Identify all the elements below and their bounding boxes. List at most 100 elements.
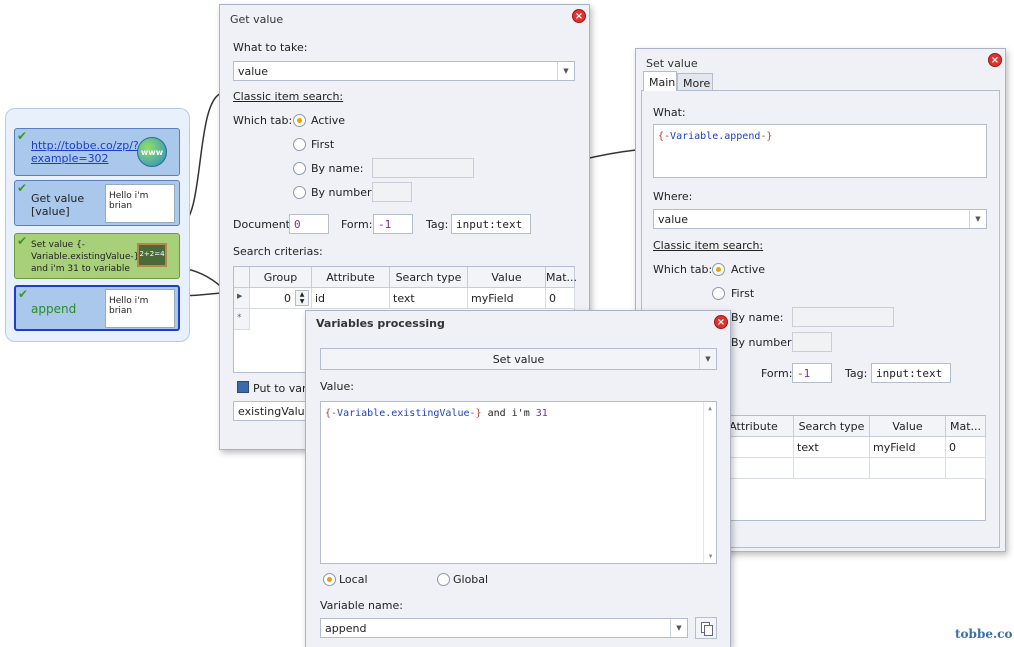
dialog-title: Set value bbox=[646, 57, 698, 70]
column-header[interactable]: Search type bbox=[390, 267, 468, 288]
check-icon: ✔ bbox=[17, 129, 28, 143]
workflow-node-navigate[interactable]: ✔ http://tobbe.co/zp/? example=302 www bbox=[14, 128, 180, 176]
watermark: tobbe.co bbox=[955, 627, 1013, 641]
chevron-down-icon[interactable]: ▼ bbox=[670, 619, 687, 637]
node-link[interactable]: http://tobbe.co/zp/? example=302 bbox=[31, 139, 139, 165]
workflow-node-get-value[interactable]: ✔ Get value [value] Hello i'm brian bbox=[14, 180, 180, 226]
variable-name-select[interactable]: append ▼ bbox=[320, 618, 688, 638]
radio-by-number[interactable] bbox=[293, 186, 306, 199]
radio-label: Active bbox=[311, 114, 346, 127]
tab-name-input[interactable] bbox=[372, 158, 474, 178]
variable-name-input[interactable]: existingValue bbox=[233, 401, 313, 421]
close-icon[interactable]: × bbox=[572, 9, 586, 23]
tag-input[interactable]: input:text bbox=[871, 363, 951, 383]
radio-label: By number: bbox=[731, 336, 795, 349]
copy-icon-back bbox=[704, 625, 713, 636]
node-preview: Hello i'm brian bbox=[105, 289, 175, 328]
column-header[interactable]: Mat... bbox=[946, 416, 986, 437]
column-header[interactable]: Value bbox=[870, 416, 946, 437]
globe-icon: www bbox=[137, 137, 167, 167]
radio-label: First bbox=[731, 287, 755, 300]
close-icon[interactable]: × bbox=[714, 315, 728, 329]
tab-name-input[interactable] bbox=[792, 307, 894, 327]
what-to-take-label: What to take: bbox=[233, 41, 308, 54]
column-header[interactable]: Mat... bbox=[546, 267, 577, 288]
radio-global[interactable] bbox=[437, 573, 450, 586]
grid-corner bbox=[234, 267, 250, 288]
column-header[interactable]: Value bbox=[468, 267, 546, 288]
check-icon: ✔ bbox=[17, 181, 28, 195]
table-cell[interactable] bbox=[946, 458, 986, 479]
radio-label: By number: bbox=[311, 186, 375, 199]
tab-more[interactable]: More bbox=[677, 73, 713, 91]
classic-search-label: Classic item search: bbox=[233, 90, 344, 103]
where-select[interactable]: value ▼ bbox=[653, 209, 987, 229]
what-to-take-select[interactable]: value ▼ bbox=[233, 61, 575, 81]
table-cell[interactable]: text bbox=[390, 288, 468, 309]
node-title: append bbox=[31, 302, 77, 316]
table-cell[interactable]: 0 bbox=[546, 288, 575, 309]
chevron-down-icon[interactable]: ▼ bbox=[699, 349, 716, 369]
chevron-down-icon[interactable]: ▼ bbox=[969, 210, 986, 228]
radio-first[interactable] bbox=[712, 287, 725, 300]
document-input[interactable]: 0 bbox=[289, 214, 329, 234]
tab-main[interactable]: Main bbox=[643, 71, 677, 91]
variables-processing-dialog: Variables processing × Set value ▼ Value… bbox=[305, 310, 731, 647]
radio-active[interactable] bbox=[293, 114, 306, 127]
scrollbar[interactable]: ▲ ▼ bbox=[703, 402, 716, 563]
tag-input[interactable]: input:text bbox=[451, 214, 531, 234]
column-header[interactable]: Attribute bbox=[312, 267, 390, 288]
which-tab-label: Which tab: bbox=[653, 263, 713, 276]
radio-label: Local bbox=[339, 573, 368, 586]
column-header[interactable]: Search type bbox=[794, 416, 870, 437]
new-row-marker: * bbox=[234, 309, 250, 330]
workflow-node-set-variable[interactable]: ✔ Set value {- Variable.existingValue-} … bbox=[14, 233, 180, 279]
check-icon: ✔ bbox=[17, 234, 28, 248]
row-pointer-icon: ▶ bbox=[234, 288, 250, 309]
table-cell[interactable]: 0 ▲ ▼ bbox=[250, 288, 312, 309]
classic-search-label: Classic item search: bbox=[653, 239, 764, 252]
radio-by-name[interactable] bbox=[293, 162, 306, 175]
table-cell[interactable] bbox=[794, 458, 870, 479]
table-cell[interactable]: myField bbox=[468, 288, 546, 309]
close-icon[interactable]: × bbox=[988, 53, 1002, 67]
workflow-node-append[interactable]: ✔ append Hello i'm brian bbox=[14, 285, 180, 331]
table-cell[interactable]: id bbox=[312, 288, 390, 309]
chevron-down-icon[interactable]: ▼ bbox=[557, 62, 574, 80]
node-title: Get value bbox=[31, 192, 85, 205]
variable-name-label: Variable name: bbox=[320, 599, 403, 612]
spin-icon[interactable]: ▲ ▼ bbox=[295, 290, 309, 306]
form-input[interactable]: -1 bbox=[373, 214, 413, 234]
table-cell[interactable] bbox=[870, 458, 946, 479]
table-cell[interactable]: 0 bbox=[946, 437, 986, 458]
value-textarea[interactable]: {-Variable.existingValue-} and i'm 31 ▲ … bbox=[320, 401, 717, 564]
radio-label: By name: bbox=[731, 311, 784, 324]
radio-label: Global bbox=[453, 573, 489, 586]
node-title: Set value {- Variable.existingValue-} an… bbox=[31, 240, 140, 274]
table-cell[interactable]: text bbox=[794, 437, 870, 458]
form-input[interactable]: -1 bbox=[792, 363, 832, 383]
chalkboard-icon: 2+2=4 bbox=[137, 243, 167, 267]
document-label: Document: bbox=[233, 218, 294, 231]
tag-label: Tag: bbox=[845, 367, 868, 380]
what-label: What: bbox=[653, 106, 686, 119]
dialog-title: Variables processing bbox=[316, 317, 445, 330]
table-cell[interactable]: myField bbox=[870, 437, 946, 458]
dialog-title: Get value bbox=[230, 13, 284, 26]
what-textarea[interactable]: {-Variable.append-} bbox=[653, 124, 987, 178]
tab-number-input[interactable] bbox=[792, 332, 832, 352]
column-header[interactable]: Group bbox=[250, 267, 312, 288]
radio-label: First bbox=[311, 138, 335, 151]
tab-number-input[interactable] bbox=[372, 182, 412, 202]
tag-label: Tag: bbox=[426, 218, 449, 231]
which-tab-label: Which tab: bbox=[233, 114, 293, 127]
radio-first[interactable] bbox=[293, 138, 306, 151]
form-label: Form: bbox=[761, 367, 793, 380]
radio-label: Active bbox=[731, 263, 766, 276]
copy-button[interactable] bbox=[695, 617, 717, 639]
radio-local[interactable] bbox=[323, 573, 336, 586]
action-select[interactable]: Set value ▼ bbox=[320, 348, 717, 370]
check-icon: ✔ bbox=[18, 287, 29, 301]
form-label: Form: bbox=[341, 218, 373, 231]
radio-active[interactable] bbox=[712, 263, 725, 276]
